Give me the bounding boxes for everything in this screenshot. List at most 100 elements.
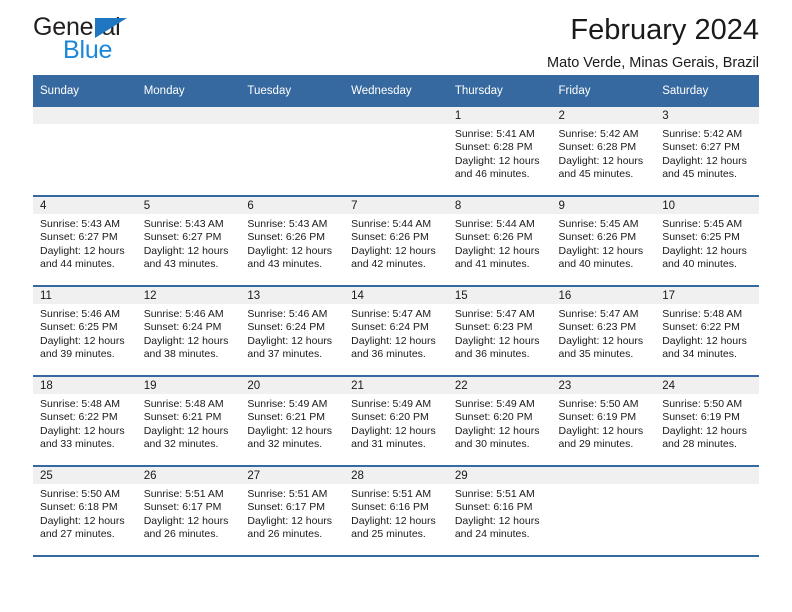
day-box[interactable]: 2 Sunrise: 5:42 AM Sunset: 6:28 PM Daylight…: [551, 107, 656, 195]
calendar-cell-day[interactable]: 8 Sunrise: 5:44 AM Sunset: 6:26 PM Daylight…: [447, 196, 552, 287]
day-details: Sunrise: 5:48 AM Sunset: 6:22 PM Daylight:…: [33, 394, 137, 452]
day-box[interactable]: 18 Sunrise: 5:48 AM Sunset: 6:22 PM Dayligh…: [33, 377, 137, 465]
day-box[interactable]: 17 Sunrise: 5:48 AM Sunset: 6:22 PM Dayligh…: [655, 287, 759, 375]
calendar-cell-day[interactable]: 19 Sunrise: 5:48 AM Sunset: 6:21 PM Dayligh…: [136, 376, 241, 467]
day-box[interactable]: 6 Sunrise: 5:43 AM Sunset: 6:26 PM Daylight…: [240, 197, 345, 285]
day-number-empty: [655, 467, 759, 484]
sunset-text: Sunset: 6:17 PM: [247, 501, 326, 514]
calendar-cell-day[interactable]: 18 Sunrise: 5:48 AM Sunset: 6:22 PM Dayligh…: [33, 376, 137, 467]
calendar-cell-day[interactable]: 6 Sunrise: 5:43 AM Sunset: 6:26 PM Daylight…: [240, 196, 345, 287]
day-box[interactable]: 14 Sunrise: 5:47 AM Sunset: 6:24 PM Dayligh…: [344, 287, 448, 375]
day-details: Sunrise: 5:49 AM Sunset: 6:20 PM Daylight:…: [448, 394, 552, 452]
brand-logo[interactable]: General Blue: [33, 13, 243, 65]
day-details: Sunrise: 5:43 AM Sunset: 6:27 PM Daylight:…: [137, 214, 241, 272]
day-box[interactable]: 12 Sunrise: 5:46 AM Sunset: 6:24 PM Dayligh…: [136, 287, 241, 375]
day-box[interactable]: 25 Sunrise: 5:50 AM Sunset: 6:18 PM Dayligh…: [33, 467, 137, 555]
daylight-text-line1: Daylight: 12 hours: [351, 244, 436, 257]
day-box[interactable]: 10 Sunrise: 5:45 AM Sunset: 6:25 PM Dayligh…: [655, 197, 759, 285]
daylight-text-line1: Daylight: 12 hours: [40, 514, 125, 527]
day-box[interactable]: 15 Sunrise: 5:47 AM Sunset: 6:23 PM Dayligh…: [447, 287, 552, 375]
calendar-cell-day[interactable]: 16 Sunrise: 5:47 AM Sunset: 6:23 PM Dayligh…: [551, 286, 656, 377]
day-box[interactable]: 5 Sunrise: 5:43 AM Sunset: 6:27 PM Daylight…: [136, 197, 241, 285]
day-box[interactable]: 24 Sunrise: 5:50 AM Sunset: 6:19 PM Dayligh…: [655, 377, 759, 465]
calendar-cell-day[interactable]: 2 Sunrise: 5:42 AM Sunset: 6:28 PM Daylight…: [551, 107, 656, 197]
day-box[interactable]: 20 Sunrise: 5:49 AM Sunset: 6:21 PM Dayligh…: [240, 377, 345, 465]
daylight-text-line2: and 32 minutes.: [143, 438, 219, 451]
day-box[interactable]: 26 Sunrise: 5:51 AM Sunset: 6:17 PM Dayligh…: [136, 467, 241, 555]
day-number-empty: [344, 107, 448, 124]
calendar-cell-day[interactable]: 24 Sunrise: 5:50 AM Sunset: 6:19 PM Dayligh…: [655, 376, 759, 467]
daylight-text-line1: Daylight: 12 hours: [143, 424, 229, 437]
sunset-text: Sunset: 6:22 PM: [40, 411, 118, 424]
daylight-text-line2: and 27 minutes.: [40, 528, 115, 541]
day-box[interactable]: 9 Sunrise: 5:45 AM Sunset: 6:26 PM Daylight…: [551, 197, 656, 285]
day-box[interactable]: 27 Sunrise: 5:51 AM Sunset: 6:17 PM Dayligh…: [240, 467, 345, 555]
calendar-cell-day[interactable]: 1 Sunrise: 5:41 AM Sunset: 6:28 PM Daylight…: [447, 107, 552, 197]
day-box[interactable]: 3 Sunrise: 5:42 AM Sunset: 6:27 PM Daylight…: [655, 107, 759, 195]
day-number: 13: [240, 287, 345, 304]
calendar-cell-day[interactable]: 5 Sunrise: 5:43 AM Sunset: 6:27 PM Daylight…: [136, 196, 241, 287]
daylight-text-line2: and 26 minutes.: [143, 528, 219, 541]
calendar-cell-day[interactable]: 23 Sunrise: 5:50 AM Sunset: 6:19 PM Dayligh…: [551, 376, 656, 467]
daylight-text-line2: and 41 minutes.: [454, 258, 530, 271]
day-box[interactable]: 29 Sunrise: 5:51 AM Sunset: 6:16 PM Dayligh…: [447, 467, 552, 555]
day-number: 24: [655, 377, 759, 394]
day-box[interactable]: 1 Sunrise: 5:41 AM Sunset: 6:28 PM Daylight…: [447, 107, 552, 195]
calendar-cell-day[interactable]: 22 Sunrise: 5:49 AM Sunset: 6:20 PM Dayligh…: [447, 376, 552, 467]
calendar-cell-day[interactable]: 26 Sunrise: 5:51 AM Sunset: 6:17 PM Dayligh…: [136, 466, 241, 557]
daylight-text-line1: Daylight: 12 hours: [351, 424, 436, 437]
day-box[interactable]: 8 Sunrise: 5:44 AM Sunset: 6:26 PM Daylight…: [447, 197, 552, 285]
calendar-week-row: 18 Sunrise: 5:48 AM Sunset: 6:22 PM Dayligh…: [33, 376, 759, 467]
calendar-cell-day[interactable]: 20 Sunrise: 5:49 AM Sunset: 6:21 PM Dayligh…: [240, 376, 345, 467]
sunset-text: Sunset: 6:24 PM: [247, 321, 326, 334]
sunrise-text: Sunrise: 5:51 AM: [351, 488, 432, 500]
sunset-text: Sunset: 6:21 PM: [247, 411, 326, 424]
calendar-cell-day[interactable]: 21 Sunrise: 5:49 AM Sunset: 6:20 PM Dayligh…: [344, 376, 448, 467]
page-title: February 2024: [570, 14, 759, 46]
calendar-header-row: Sunday Monday Tuesday Wednesday Thursday Frid…: [33, 75, 759, 107]
sunrise-text: Sunrise: 5:43 AM: [247, 218, 328, 230]
sunrise-text: Sunrise: 5:48 AM: [40, 398, 120, 410]
calendar-cell-day[interactable]: 7 Sunrise: 5:44 AM Sunset: 6:26 PM Daylight…: [344, 196, 448, 287]
calendar-cell-day[interactable]: 4 Sunrise: 5:43 AM Sunset: 6:27 PM Daylight…: [33, 196, 137, 287]
day-details: Sunrise: 5:49 AM Sunset: 6:21 PM Daylight:…: [240, 394, 344, 452]
day-box[interactable]: 23 Sunrise: 5:50 AM Sunset: 6:19 PM Dayligh…: [551, 377, 656, 465]
calendar-cell-day[interactable]: 14 Sunrise: 5:47 AM Sunset: 6:24 PM Dayligh…: [344, 286, 448, 377]
sunset-text: Sunset: 6:22 PM: [662, 321, 740, 334]
day-box[interactable]: 28 Sunrise: 5:51 AM Sunset: 6:16 PM Dayligh…: [344, 467, 448, 555]
calendar-cell-day[interactable]: 15 Sunrise: 5:47 AM Sunset: 6:23 PM Dayligh…: [447, 286, 552, 377]
calendar-cell-day[interactable]: 25 Sunrise: 5:50 AM Sunset: 6:18 PM Dayligh…: [33, 466, 137, 557]
calendar-cell-day[interactable]: 29 Sunrise: 5:51 AM Sunset: 6:16 PM Dayligh…: [447, 466, 552, 557]
sunset-text: Sunset: 6:20 PM: [351, 411, 429, 424]
day-number: 12: [136, 287, 241, 304]
day-number: 8: [447, 197, 552, 214]
daylight-text-line1: Daylight: 12 hours: [558, 334, 644, 347]
sunset-text: Sunset: 6:26 PM: [247, 231, 326, 244]
calendar-cell-day[interactable]: 11 Sunrise: 5:46 AM Sunset: 6:25 PM Dayligh…: [33, 286, 137, 377]
daylight-text-line1: Daylight: 12 hours: [662, 154, 747, 167]
day-box[interactable]: 11 Sunrise: 5:46 AM Sunset: 6:25 PM Dayligh…: [33, 287, 137, 375]
day-box[interactable]: 4 Sunrise: 5:43 AM Sunset: 6:27 PM Daylight…: [33, 197, 137, 285]
calendar-cell-day[interactable]: 27 Sunrise: 5:51 AM Sunset: 6:17 PM Dayligh…: [240, 466, 345, 557]
day-details: Sunrise: 5:43 AM Sunset: 6:27 PM Daylight:…: [33, 214, 137, 272]
day-box-empty: [136, 107, 241, 195]
calendar-cell-day[interactable]: 3 Sunrise: 5:42 AM Sunset: 6:27 PM Daylight…: [655, 107, 759, 197]
day-number: 5: [136, 197, 241, 214]
calendar-cell-day[interactable]: 28 Sunrise: 5:51 AM Sunset: 6:16 PM Dayligh…: [344, 466, 448, 557]
day-box[interactable]: 22 Sunrise: 5:49 AM Sunset: 6:20 PM Dayligh…: [447, 377, 552, 465]
day-number: 25: [33, 467, 137, 484]
calendar-cell-day[interactable]: 10 Sunrise: 5:45 AM Sunset: 6:25 PM Dayligh…: [655, 196, 759, 287]
calendar-cell-day[interactable]: 17 Sunrise: 5:48 AM Sunset: 6:22 PM Dayligh…: [655, 286, 759, 377]
calendar-cell-day[interactable]: 13 Sunrise: 5:46 AM Sunset: 6:24 PM Dayligh…: [240, 286, 345, 377]
day-box[interactable]: 19 Sunrise: 5:48 AM Sunset: 6:21 PM Dayligh…: [136, 377, 241, 465]
sunrise-text: Sunrise: 5:42 AM: [558, 128, 639, 140]
calendar-cell-day[interactable]: 12 Sunrise: 5:46 AM Sunset: 6:24 PM Dayligh…: [136, 286, 241, 377]
calendar-cell-day[interactable]: 9 Sunrise: 5:45 AM Sunset: 6:26 PM Daylight…: [551, 196, 656, 287]
day-box[interactable]: 16 Sunrise: 5:47 AM Sunset: 6:23 PM Dayligh…: [551, 287, 656, 375]
day-box[interactable]: 7 Sunrise: 5:44 AM Sunset: 6:26 PM Daylight…: [344, 197, 448, 285]
weekday-header-saturday: Saturday: [655, 75, 759, 107]
day-box[interactable]: 21 Sunrise: 5:49 AM Sunset: 6:20 PM Dayligh…: [344, 377, 448, 465]
day-box[interactable]: 13 Sunrise: 5:46 AM Sunset: 6:24 PM Dayligh…: [240, 287, 345, 375]
daylight-text-line2: and 37 minutes.: [247, 348, 323, 361]
daylight-text-line1: Daylight: 12 hours: [40, 244, 125, 257]
